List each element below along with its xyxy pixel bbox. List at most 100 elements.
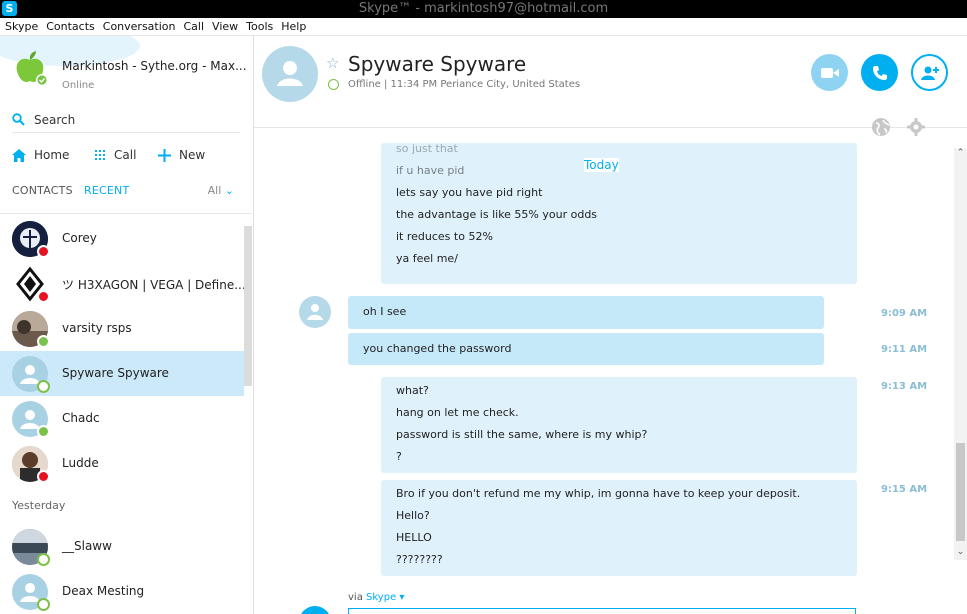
chevron-down-icon: ⌄ [224, 184, 234, 197]
call-nav-button[interactable]: Call [94, 148, 136, 162]
contact-row-deax-mesting[interactable]: Deax Mesting [0, 569, 244, 614]
scroll-down-icon[interactable]: ⌄ [954, 547, 967, 560]
dialpad-icon [95, 150, 105, 160]
favorite-star-icon[interactable]: ☆ [326, 54, 339, 72]
busy-status-icon [37, 290, 50, 303]
filter-label: All [207, 184, 222, 197]
contact-name: Deax Mesting [62, 584, 145, 598]
message-input[interactable] [348, 608, 856, 614]
tab-recent[interactable]: RECENT [84, 184, 129, 197]
message-timestamp: 9:09 AM [881, 308, 928, 319]
voice-call-button[interactable] [861, 54, 898, 91]
contact-name: Ludde [62, 456, 99, 470]
message-bubble-mine[interactable]: Bro if you don't refund me my whip, im g… [381, 480, 857, 576]
filter-dropdown[interactable]: All ⌄ [208, 184, 234, 197]
message-timestamp: 9:11 AM [881, 344, 928, 355]
profile-name: Markintosh - Sythe.org - Max... [62, 59, 247, 73]
conversation-title: Spyware Spyware [348, 52, 527, 76]
message-bubble-theirs[interactable]: oh I see [348, 296, 824, 329]
video-call-button[interactable] [811, 54, 848, 91]
message-text: you changed the password [363, 342, 512, 355]
divider [0, 213, 252, 214]
message-line: HELLO [396, 531, 432, 544]
contact-row-chadc[interactable]: Chadc [0, 396, 244, 441]
offline-status-icon [328, 79, 339, 90]
offline-status-icon [37, 598, 50, 611]
menu-contacts[interactable]: Contacts [42, 18, 99, 36]
menu-call[interactable]: Call [180, 18, 209, 36]
message-line: ???????? [396, 553, 443, 566]
message-line: hang on let me check. [396, 406, 519, 419]
contact-row-slaww[interactable]: __Slaww [0, 524, 244, 569]
message-line: if u have pid [396, 164, 465, 177]
tab-contacts[interactable]: CONTACTS [12, 184, 73, 197]
message-line: ? [396, 450, 402, 463]
contact-row-varsity-rsps[interactable]: varsity rsps [0, 306, 244, 351]
contact-name: __Slaww [62, 539, 112, 553]
video-camera-icon [820, 67, 839, 78]
contact-row-ludde[interactable]: Ludde [0, 441, 244, 486]
conversation-status: Offline | 11:34 PM Periance City, United… [328, 79, 580, 90]
message-timestamp: 9:15 AM [881, 484, 928, 495]
menu-tools[interactable]: Tools [242, 18, 277, 36]
search-label: Search [34, 113, 76, 127]
contact-name: ツ H3XAGON | VEGA | Define... [62, 278, 246, 292]
busy-status-icon [37, 245, 50, 258]
section-yesterday: Yesterday [12, 499, 66, 512]
message-bubble-mine[interactable]: so just that if u have pid lets say you … [381, 143, 857, 284]
menu-skype[interactable]: Skype [0, 18, 42, 36]
via-selector[interactable]: via Skype ▾ [348, 592, 404, 603]
via-prefix: via [348, 592, 363, 603]
message-line: Hello? [396, 509, 430, 522]
sidebar: Markintosh - Sythe.org - Max... Online S… [0, 36, 254, 614]
scroll-thumb[interactable] [956, 443, 965, 541]
via-service: Skype [366, 592, 397, 603]
home-label: Home [34, 148, 70, 162]
contact-name: Spyware Spyware [62, 366, 169, 380]
message-bubble-mine[interactable]: what? hang on let me check. password is … [381, 377, 857, 473]
offline-status-icon [37, 380, 50, 393]
message-line: it reduces to 52% [396, 230, 493, 243]
message-scrollbar[interactable]: ⌃ ⌄ [954, 148, 967, 560]
plus-icon [158, 148, 171, 162]
call-nav-label: Call [114, 148, 137, 162]
message-text: oh I see [363, 305, 407, 318]
globe-icon[interactable] [871, 117, 891, 137]
online-status-icon [37, 335, 50, 348]
offline-status-icon [37, 553, 50, 566]
profile-header[interactable]: Markintosh - Sythe.org - Max... Online [0, 36, 253, 100]
scroll-up-icon[interactable]: ⌃ [954, 148, 967, 161]
profile-status: Online [62, 80, 95, 91]
chevron-down-icon: ▾ [396, 592, 405, 603]
contact-row-corey[interactable]: Corey [0, 216, 244, 261]
menu-view[interactable]: View [208, 18, 242, 36]
contact-avatar-icon[interactable] [262, 46, 318, 102]
contact-name: Corey [62, 231, 97, 245]
add-people-button[interactable] [911, 54, 948, 91]
sidebar-scrollbar[interactable] [244, 226, 252, 386]
online-status-icon [37, 425, 50, 438]
message-area: so just that if u have pid lets say you … [254, 140, 954, 614]
menu-bar: Skype Contacts Conversation Call View Tools He… [0, 18, 967, 36]
gear-icon[interactable] [906, 117, 926, 137]
sender-avatar-icon [299, 296, 331, 328]
contact-row-spyware[interactable]: Spyware Spyware [0, 351, 244, 396]
message-line: what? [396, 384, 429, 397]
home-icon [12, 148, 26, 162]
status-line: Offline | 11:34 PM Periance City, United… [348, 79, 581, 90]
menu-help[interactable]: Help [277, 18, 310, 36]
new-button[interactable]: New [158, 148, 205, 162]
contact-tabs: CONTACTS RECENT All ⌄ [12, 184, 242, 202]
nav-row: Home Call New [12, 148, 242, 166]
message-line: the advantage is like 55% your odds [396, 208, 598, 221]
search-box[interactable]: Search [12, 111, 240, 133]
message-line: lets say you have pid right [396, 186, 543, 199]
contact-row-hexagon[interactable]: ツ H3XAGON | VEGA | Define... [0, 261, 246, 306]
profile-avatar-apple-icon[interactable] [12, 50, 48, 86]
search-icon [12, 113, 25, 126]
message-line: ya feel me/ [396, 252, 458, 265]
home-button[interactable]: Home [12, 148, 69, 162]
message-bubble-theirs[interactable]: you changed the password [348, 333, 824, 365]
date-separator: Today [584, 158, 619, 172]
menu-conversation[interactable]: Conversation [99, 18, 180, 36]
